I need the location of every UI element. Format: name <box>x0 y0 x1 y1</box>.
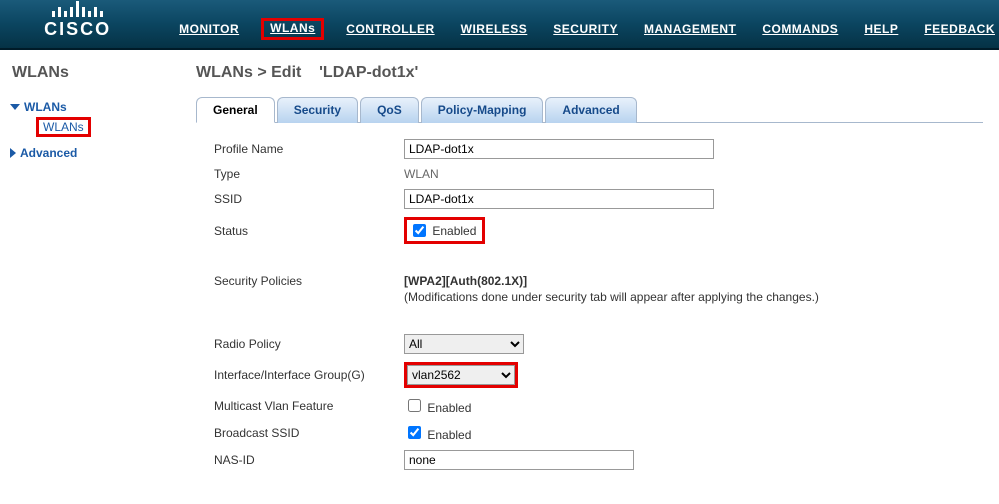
breadcrumb: WLANs > Edit 'LDAP-dot1x' <box>196 64 983 82</box>
profile-name-label: Profile Name <box>214 142 404 156</box>
multicast-label: Multicast Vlan Feature <box>214 399 404 413</box>
radio-policy-label: Radio Policy <box>214 337 404 351</box>
chevron-right-icon <box>10 148 16 158</box>
ssid-label: SSID <box>214 192 404 206</box>
radio-policy-select[interactable]: All <box>404 334 524 354</box>
tab-qos[interactable]: QoS <box>360 97 419 123</box>
breadcrumb-action: Edit <box>271 64 301 81</box>
interface-label: Interface/Interface Group(G) <box>214 368 404 382</box>
top-bar: CISCO MONITOR WLANs CONTROLLER WIRELESS … <box>0 0 999 50</box>
chevron-down-icon <box>10 104 20 110</box>
top-nav: MONITOR WLANs CONTROLLER WIRELESS SECURI… <box>155 18 999 42</box>
status-checkbox[interactable] <box>413 224 426 237</box>
sidebar-item-label: WLANs <box>24 100 67 114</box>
broadcast-ssid-checkbox[interactable] <box>408 426 421 439</box>
sidebar-item-wlans-sub[interactable]: WLANs <box>8 117 172 137</box>
nav-wlans-highlight: WLANs <box>261 18 324 40</box>
sidebar-item-advanced[interactable]: Advanced <box>8 146 172 160</box>
cisco-bars-icon <box>52 1 103 17</box>
sidebar-item-label: Advanced <box>20 146 77 160</box>
content-area: WLANs > Edit 'LDAP-dot1x' General Securi… <box>180 50 999 496</box>
sidebar: WLANs WLANs WLANs Advanced <box>0 50 180 496</box>
breadcrumb-root: WLANs <box>196 64 253 81</box>
status-highlight: Enabled <box>404 217 485 244</box>
nas-id-input[interactable] <box>404 450 634 470</box>
tab-security[interactable]: Security <box>277 97 358 123</box>
status-checkbox-label: Enabled <box>432 224 476 238</box>
interface-highlight: vlan2562 <box>404 362 518 388</box>
nav-security[interactable]: SECURITY <box>549 18 622 40</box>
type-value: WLAN <box>404 167 439 181</box>
brand-logo: CISCO <box>0 0 155 42</box>
nav-management[interactable]: MANAGEMENT <box>640 18 740 40</box>
nav-wireless[interactable]: WIRELESS <box>457 18 532 40</box>
broadcast-ssid-label: Broadcast SSID <box>214 426 404 440</box>
nav-wlans[interactable]: WLANs <box>266 17 319 39</box>
nav-monitor[interactable]: MONITOR <box>175 18 243 40</box>
tab-policy-mapping[interactable]: Policy-Mapping <box>421 97 544 123</box>
security-policies-note: (Modifications done under security tab w… <box>404 290 819 304</box>
nav-controller[interactable]: CONTROLLER <box>342 18 438 40</box>
breadcrumb-name: 'LDAP-dot1x' <box>319 64 418 81</box>
security-policies-value: [WPA2][Auth(802.1X)] <box>404 274 819 288</box>
ssid-input[interactable] <box>404 189 714 209</box>
type-label: Type <box>214 167 404 181</box>
brand-text: CISCO <box>44 19 111 40</box>
sidebar-item-label: WLANs <box>43 120 84 134</box>
multicast-checkbox[interactable] <box>408 399 421 412</box>
security-policies-label: Security Policies <box>214 274 404 288</box>
sidebar-wlans-highlight: WLANs <box>36 117 91 137</box>
status-label: Status <box>214 224 404 238</box>
interface-select[interactable]: vlan2562 <box>407 365 515 385</box>
nav-commands[interactable]: COMMANDS <box>758 18 842 40</box>
form-general: Profile Name Type WLAN SSID Status Enabl… <box>196 135 983 482</box>
profile-name-input[interactable] <box>404 139 714 159</box>
multicast-checkbox-label: Enabled <box>427 401 471 415</box>
broadcast-ssid-checkbox-label: Enabled <box>427 428 471 442</box>
nas-id-label: NAS-ID <box>214 453 404 467</box>
sidebar-title: WLANs <box>8 64 172 82</box>
sidebar-item-wlans[interactable]: WLANs <box>8 100 172 114</box>
tab-bar: General Security QoS Policy-Mapping Adva… <box>196 96 983 123</box>
tab-advanced[interactable]: Advanced <box>545 97 636 123</box>
nav-help[interactable]: HELP <box>860 18 902 40</box>
nav-feedback[interactable]: FEEDBACK <box>920 18 999 40</box>
tab-general[interactable]: General <box>196 97 275 123</box>
